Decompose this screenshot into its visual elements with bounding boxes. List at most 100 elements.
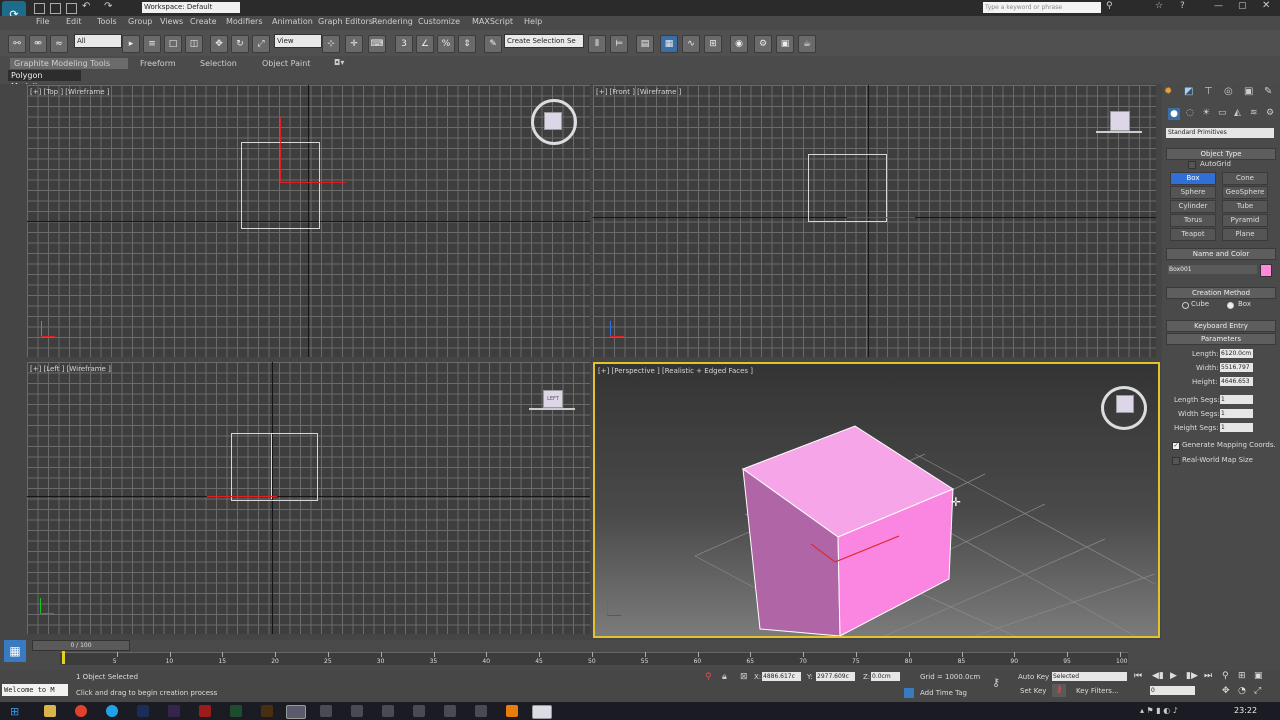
key-icon[interactable]: ⚷ bbox=[992, 676, 1000, 689]
percent-snap-icon[interactable]: % bbox=[437, 35, 455, 53]
select-by-name-icon[interactable]: ≡ bbox=[143, 35, 161, 53]
select-link-icon[interactable]: ⚯ bbox=[8, 35, 26, 53]
material-editor-icon[interactable]: ◉ bbox=[730, 35, 748, 53]
render-teapot-icon[interactable]: ☕ bbox=[798, 35, 816, 53]
zoom-extents-icon[interactable]: ▣ bbox=[1254, 671, 1263, 681]
menu-customize[interactable]: Customize bbox=[418, 17, 460, 26]
add-time-tag[interactable]: Add Time Tag bbox=[920, 689, 967, 697]
close-button[interactable]: ✕ bbox=[1262, 0, 1270, 11]
photoshop-icon[interactable] bbox=[137, 705, 149, 717]
menu-maxscript[interactable]: MAXScript bbox=[472, 17, 513, 26]
object-name-field[interactable]: Box001 bbox=[1168, 265, 1257, 274]
chrome-icon[interactable] bbox=[75, 705, 87, 717]
cube-radio[interactable] bbox=[1182, 302, 1189, 309]
viewport-perspective[interactable]: [+] [Perspective ] [Realistic + Edged Fa… bbox=[593, 362, 1160, 638]
rendered-frame-icon[interactable]: ▣ bbox=[776, 35, 794, 53]
illustrator-icon[interactable] bbox=[261, 705, 273, 717]
systems-icon[interactable]: ⚙ bbox=[1266, 108, 1274, 118]
cone-button[interactable]: Cone bbox=[1222, 172, 1268, 185]
spinner-snap-icon[interactable]: ⇕ bbox=[458, 35, 476, 53]
viewcube-top[interactable] bbox=[531, 99, 577, 145]
play-icon[interactable]: ▶ bbox=[1170, 671, 1177, 681]
snap-toggle-icon[interactable]: 3 bbox=[395, 35, 413, 53]
search-field[interactable]: Type a keyword or phrase bbox=[983, 2, 1101, 13]
vlc-icon[interactable] bbox=[506, 705, 518, 717]
menu-create[interactable]: Create bbox=[190, 17, 217, 26]
goto-start-icon[interactable]: ⏮ bbox=[1134, 671, 1142, 681]
selection-filter-dropdown[interactable]: All bbox=[74, 34, 122, 48]
menu-edit[interactable]: Edit bbox=[66, 17, 82, 26]
select-manipulate-icon[interactable]: ✛ bbox=[345, 35, 363, 53]
star-icon[interactable]: ☆ bbox=[1155, 1, 1163, 11]
save-file-icon[interactable] bbox=[66, 3, 77, 14]
teapot-button[interactable]: Teapot bbox=[1170, 228, 1216, 241]
auto-key-button[interactable]: Auto Key bbox=[1018, 673, 1049, 681]
open-file-icon[interactable] bbox=[50, 3, 61, 14]
motion-tab-icon[interactable]: ◎ bbox=[1224, 86, 1233, 97]
lights-icon[interactable]: ☀ bbox=[1202, 108, 1210, 118]
active-window-icon[interactable] bbox=[532, 705, 552, 719]
menu-help[interactable]: Help bbox=[524, 17, 542, 26]
bridge-icon[interactable] bbox=[168, 705, 180, 717]
real-world-checkbox[interactable] bbox=[1172, 457, 1180, 465]
layer-manager-icon[interactable]: ▤ bbox=[636, 35, 654, 53]
redo-icon[interactable]: ↷ bbox=[104, 1, 112, 12]
app-icon-13[interactable] bbox=[413, 705, 425, 717]
create-tab-icon[interactable]: ✹ bbox=[1164, 86, 1172, 97]
menu-views[interactable]: Views bbox=[160, 17, 183, 26]
key-mode-dropdown[interactable]: Selected bbox=[1052, 672, 1127, 681]
gen-mapping-checkbox[interactable]: ✓ bbox=[1172, 442, 1180, 450]
app-icon-15[interactable] bbox=[475, 705, 487, 717]
x-coord-field[interactable]: 4886.617c bbox=[762, 672, 801, 681]
length-field[interactable]: 6120.0cm bbox=[1220, 349, 1253, 358]
minimize-button[interactable]: — bbox=[1214, 1, 1223, 11]
goto-end-icon[interactable]: ⏭ bbox=[1204, 671, 1212, 681]
undo-icon[interactable]: ↶ bbox=[82, 1, 90, 12]
ribbon-options-icon[interactable]: ◘▾ bbox=[334, 58, 344, 67]
object-color-swatch[interactable] bbox=[1260, 264, 1272, 277]
dreamweaver-icon[interactable] bbox=[230, 705, 242, 717]
ribbon-tab-object-paint[interactable]: Object Paint bbox=[262, 58, 310, 69]
time-slider[interactable]: 0 / 100 bbox=[32, 640, 130, 651]
select-object-icon[interactable]: ▸ bbox=[122, 35, 140, 53]
reference-coord-dropdown[interactable]: View bbox=[274, 34, 322, 48]
menu-rendering[interactable]: Rendering bbox=[372, 17, 413, 26]
graphite-toggle-icon[interactable]: ▦ bbox=[660, 35, 678, 53]
width-segs-field[interactable]: 1 bbox=[1220, 409, 1253, 418]
tube-button[interactable]: Tube bbox=[1222, 200, 1268, 213]
menu-group[interactable]: Group bbox=[128, 17, 152, 26]
set-key-icon[interactable]: ⚷ bbox=[1052, 684, 1066, 697]
angle-snap-icon[interactable]: ∠ bbox=[416, 35, 434, 53]
current-frame-field[interactable]: 0 bbox=[1150, 686, 1195, 695]
render-setup-icon[interactable]: ⚙ bbox=[754, 35, 772, 53]
y-coord-field[interactable]: 2977.609c bbox=[816, 672, 855, 681]
rollout-creation-method[interactable]: Creation Method bbox=[1166, 287, 1276, 299]
move-icon[interactable]: ✥ bbox=[210, 35, 228, 53]
viewcube-front[interactable] bbox=[1110, 111, 1130, 131]
workspace-dropdown[interactable]: Workspace: Default bbox=[142, 2, 240, 13]
app-icon-11[interactable] bbox=[351, 705, 363, 717]
ribbon-polygon-modeling[interactable]: Polygon Modeling bbox=[8, 70, 81, 91]
flash-icon[interactable] bbox=[199, 705, 211, 717]
3dsmax-task-icon[interactable] bbox=[286, 705, 306, 719]
edit-named-sel-icon[interactable]: ✎ bbox=[484, 35, 502, 53]
menu-file[interactable]: File bbox=[36, 17, 49, 26]
skype-icon[interactable] bbox=[106, 705, 118, 717]
viewport-top[interactable]: [+] [Top ] [Wireframe ] bbox=[27, 85, 590, 357]
prev-frame-icon[interactable]: ◀▮ bbox=[1152, 671, 1164, 681]
tray-icons[interactable]: ▴ ⚑ ▮ ◐ ♪ bbox=[1140, 706, 1178, 715]
length-segs-field[interactable]: 1 bbox=[1220, 395, 1253, 404]
rotate-icon[interactable]: ↻ bbox=[231, 35, 249, 53]
autogrid-checkbox[interactable] bbox=[1188, 161, 1196, 169]
scale-icon[interactable]: ⤢ bbox=[252, 35, 270, 53]
rollout-parameters[interactable]: Parameters bbox=[1166, 333, 1276, 345]
curve-editor-icon[interactable]: ∿ bbox=[682, 35, 700, 53]
rollout-keyboard-entry[interactable]: Keyboard Entry bbox=[1166, 320, 1276, 332]
app-icon-14[interactable] bbox=[444, 705, 456, 717]
viewcube-left[interactable]: LEFT bbox=[543, 390, 563, 408]
named-selection-dropdown[interactable]: Create Selection Se bbox=[504, 34, 584, 48]
keyboard-shortcut-icon[interactable]: ⌨ bbox=[368, 35, 386, 53]
rect-selection-icon[interactable]: □ bbox=[164, 35, 182, 53]
maxscript-listener-icon[interactable]: ▦ bbox=[4, 640, 26, 662]
bind-space-warp-icon[interactable]: ≈ bbox=[50, 35, 68, 53]
